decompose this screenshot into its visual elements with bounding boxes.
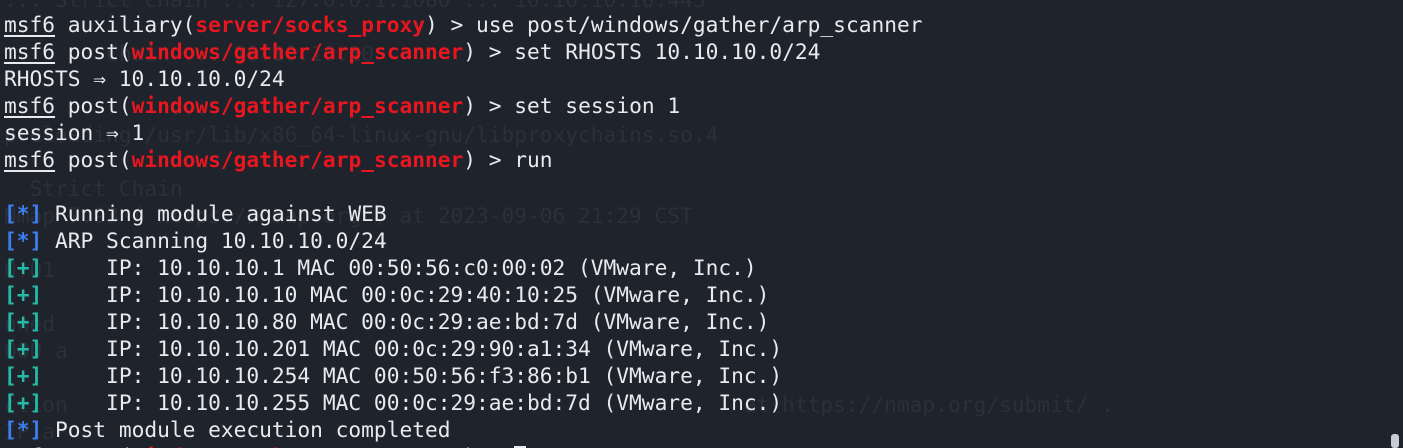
prompt-context: auxiliary — [67, 12, 183, 37]
status-marker: [+] — [4, 336, 43, 361]
status-marker: [+] — [4, 363, 43, 388]
status-line: [*] ARP Scanning 10.10.10.0/24 — [4, 227, 922, 254]
prompt-host: msf6 — [4, 93, 56, 118]
status-text: IP: 10.10.10.201 MAC 00:0c:29:90:a1:34 (… — [42, 336, 783, 361]
status-text: IP: 10.10.10.80 MAC 00:0c:29:ae:bd:7d (V… — [42, 309, 770, 334]
command-text: > use post/windows/gather/arp_scanner — [437, 12, 923, 37]
status-marker: [+] — [4, 255, 43, 280]
prompt-line: msf6 post(windows/gather/arp_scanner) > … — [4, 147, 553, 172]
status-marker: [+] — [4, 309, 43, 334]
prompt-module: server/socks_proxy — [195, 12, 425, 37]
prompt-context: post — [68, 444, 119, 448]
terminal-output[interactable]: msf6 auxiliary(server/socks_proxy) > use… — [4, 11, 922, 448]
vertical-scrollbar[interactable] — [1389, 0, 1399, 448]
command-text: > set session 1 — [476, 93, 681, 118]
prompt-module: windows/gather/arp_scanner — [132, 444, 464, 448]
output-line: session ⇒ 1 — [4, 120, 145, 145]
prompt-context: post — [67, 39, 119, 64]
status-marker: [*] — [4, 228, 43, 253]
prompt-line: msf6 post(windows/gather/arp_scanner) > — [4, 443, 922, 448]
status-marker: [*] — [4, 417, 43, 442]
status-line: [+] IP: 10.10.10.254 MAC 00:50:56:f3:86:… — [4, 362, 922, 389]
prompt-host: msf6 — [4, 12, 56, 37]
status-marker: [+] — [4, 282, 43, 307]
prompt-context: post — [67, 147, 119, 172]
prompt-host: msf6 — [4, 39, 56, 64]
status-marker: [+] — [4, 390, 43, 415]
status-line: [+] IP: 10.10.10.201 MAC 00:0c:29:90:a1:… — [4, 335, 922, 362]
prompt-line: msf6 post(windows/gather/arp_scanner) > … — [4, 39, 821, 64]
status-text: IP: 10.10.10.1 MAC 00:50:56:c0:00:02 (VM… — [42, 255, 757, 280]
prompt-line: msf6 auxiliary(server/socks_proxy) > use… — [4, 12, 923, 37]
status-text: Running module against WEB — [42, 201, 387, 226]
prompt-host: msf6 — [4, 147, 56, 172]
status-text: Post module execution completed — [42, 417, 451, 442]
prompt-module: windows/gather/arp_scanner — [131, 147, 464, 172]
status-marker: [*] — [4, 201, 43, 226]
command-text: > — [476, 444, 514, 448]
status-text: IP: 10.10.10.254 MAC 00:50:56:f3:86:b1 (… — [42, 363, 783, 388]
prompt-context: post — [67, 93, 119, 118]
status-text: IP: 10.10.10.10 MAC 00:0c:29:40:10:25 (V… — [42, 282, 770, 307]
status-line: [+] IP: 10.10.10.255 MAC 00:0c:29:ae:bd:… — [4, 389, 922, 416]
status-text: ARP Scanning 10.10.10.0/24 — [42, 228, 387, 253]
terminal-window[interactable]: ... Strict chain ... 127.0.0.1:1080 ... … — [0, 0, 1403, 448]
prompt-module: windows/gather/arp_scanner — [131, 39, 464, 64]
prompt-line: msf6 post(windows/gather/arp_scanner) > … — [4, 93, 681, 118]
command-text: > set RHOSTS 10.10.10.0/24 — [476, 39, 821, 64]
status-line: [+] IP: 10.10.10.10 MAC 00:0c:29:40:10:2… — [4, 281, 922, 308]
status-text: IP: 10.10.10.255 MAC 00:0c:29:ae:bd:7d (… — [42, 390, 783, 415]
status-line: [+] IP: 10.10.10.1 MAC 00:50:56:c0:00:02… — [4, 254, 922, 281]
status-line: [*] Post module execution completed — [4, 416, 922, 443]
command-text: > run — [476, 147, 553, 172]
prompt-host: msf6 — [4, 444, 55, 448]
output-line: RHOSTS ⇒ 10.10.10.0/24 — [4, 66, 285, 91]
status-line: [*] Running module against WEB — [4, 200, 922, 227]
scrollbar-thumb[interactable] — [1391, 434, 1399, 448]
prompt-module: windows/gather/arp_scanner — [131, 93, 464, 118]
status-line: [+] IP: 10.10.10.80 MAC 00:0c:29:ae:bd:7… — [4, 308, 922, 335]
